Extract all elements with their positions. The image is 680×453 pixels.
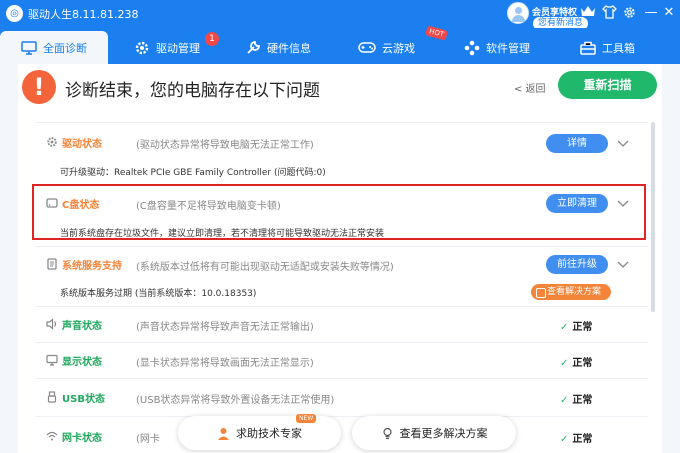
monitor-icon: [21, 40, 37, 55]
tab-label: 全面诊断: [43, 41, 87, 55]
status-ok: ✓ 正常: [560, 318, 592, 333]
display-icon: [46, 354, 58, 366]
row-desc-network: (网卡: [136, 434, 160, 445]
person-icon: [218, 427, 229, 440]
row-desc-usb: (USB状态异常将导致外置设备无法正常使用): [136, 395, 335, 406]
close-button[interactable]: ✕: [660, 3, 678, 23]
status-ok-label: 正常: [572, 395, 593, 406]
settings-gear-icon[interactable]: [622, 5, 637, 20]
clean-now-button[interactable]: 立即清理: [546, 194, 608, 213]
check-icon: ✓: [560, 322, 569, 333]
divider: [36, 378, 648, 379]
bulb-icon: [382, 427, 392, 439]
check-icon: ✓: [560, 358, 569, 369]
chevron-down-icon[interactable]: [617, 261, 629, 269]
row-desc-driver: (驱动状态异常将导致电脑无法正常工作): [136, 140, 314, 151]
row-title-network: 网卡状态: [62, 433, 102, 444]
row-title-usb: USB状态: [62, 394, 105, 405]
apps-icon: [464, 40, 480, 55]
back-link[interactable]: < 返回: [514, 80, 546, 95]
disk-icon: [46, 198, 58, 208]
gear-icon: [47, 137, 57, 147]
status-ok: ✓ 正常: [560, 391, 592, 406]
tab-hardware-info[interactable]: 硬件信息: [246, 31, 311, 64]
tab-label: 软件管理: [486, 41, 530, 55]
gamepad-icon: [358, 42, 376, 53]
tab-label: 工具箱: [602, 41, 635, 55]
chevron-down-icon[interactable]: [617, 140, 629, 148]
page-title: 诊断结束，您的电脑存在以下问题: [65, 81, 320, 101]
speaker-icon: [46, 318, 57, 330]
alert-icon: !: [22, 70, 56, 104]
wifi-icon: [46, 431, 58, 441]
divider: [36, 122, 648, 123]
driver-count-badge: 1: [205, 32, 219, 46]
divider: [36, 416, 648, 417]
user-avatar-icon[interactable]: [507, 2, 529, 24]
row-detail-system: 系统版本服务过期 (当前系统版本：10.0.18353): [60, 289, 257, 299]
tab-cloud-games[interactable]: 云游戏: [358, 31, 415, 64]
row-detail-driver: 可升级驱动：Realtek PCIe GBE Family Controller…: [60, 168, 326, 178]
row-desc-cdrive: (C盘容量不足将导致电脑变卡顿): [136, 201, 281, 212]
new-badge: NEW: [296, 414, 317, 423]
toolbox-icon: [580, 41, 596, 55]
ask-expert-label: 求助技术专家: [236, 427, 302, 440]
tab-label: 云游戏: [382, 41, 415, 55]
divider: [36, 342, 648, 343]
view-solution-button[interactable]: 查看解决方案: [531, 284, 611, 300]
check-icon: ✓: [560, 395, 569, 406]
gear-icon: [135, 41, 149, 54]
go-upgrade-button[interactable]: 前往升级: [546, 255, 608, 274]
status-ok-label: 正常: [572, 434, 593, 445]
minimize-button[interactable]: —: [642, 3, 660, 23]
status-ok-label: 正常: [572, 358, 593, 369]
document-icon: [47, 258, 57, 270]
app-logo-icon: ◎: [6, 5, 23, 22]
divider: [36, 306, 648, 307]
check-icon: ✓: [560, 434, 569, 445]
rescan-button[interactable]: 重新扫描: [558, 71, 657, 99]
row-desc-display: (显卡状态异常将导致画面无法正常显示): [136, 358, 314, 369]
row-title-driver: 驱动状态: [62, 139, 102, 150]
row-title-cdrive: C盘状态: [62, 200, 100, 211]
row-title-sound: 声音状态: [62, 321, 102, 332]
more-solutions-button[interactable]: 查看更多解决方案: [352, 416, 516, 450]
tab-diagnosis[interactable]: 全面诊断: [0, 31, 108, 64]
row-desc-system: (系统版本过低将有可能出现驱动无适配或安装失败等情况): [136, 262, 394, 273]
skin-icon[interactable]: [602, 5, 617, 19]
ask-expert-button[interactable]: 求助技术专家: [178, 416, 341, 450]
main-tab-bar: 全面诊断 驱动管理 1 硬件信息 云游戏 HOT 软件管理 工具箱: [0, 25, 680, 64]
tab-label: 硬件信息: [267, 41, 311, 55]
chevron-down-icon[interactable]: [617, 200, 629, 208]
more-solutions-label: 查看更多解决方案: [399, 427, 488, 440]
crown-icon[interactable]: [580, 4, 596, 18]
divider: [36, 246, 648, 247]
row-detail-cdrive: 当前系统盘存在垃圾文件，建议立即清理，若不清理将可能导致驱动无法正常安装: [60, 229, 385, 239]
tab-label: 驱动管理: [156, 41, 200, 55]
app-title: 驱动人生8.11.81.238: [28, 8, 139, 21]
details-button[interactable]: 详情: [546, 134, 608, 153]
tab-toolbox[interactable]: 工具箱: [580, 31, 635, 64]
tab-driver-manage[interactable]: 驱动管理: [134, 31, 200, 64]
status-ok: ✓ 正常: [560, 354, 592, 369]
title-bar: ◎ 驱动人生8.11.81.238 会员享特权 您有新消息 — ✕: [0, 0, 680, 30]
scrollbar[interactable]: [651, 122, 655, 312]
status-ok: ✓ 正常: [560, 430, 592, 445]
tab-software-manage[interactable]: 软件管理: [464, 31, 530, 64]
status-ok-label: 正常: [572, 322, 593, 333]
wrench-icon: [247, 41, 260, 54]
row-title-system: 系统服务支持: [62, 261, 122, 272]
row-desc-sound: (声音状态异常将导致声音无法正常输出): [136, 322, 314, 333]
hot-badge: HOT: [425, 25, 448, 41]
row-title-display: 显示状态: [62, 357, 102, 368]
usb-icon: [47, 391, 57, 403]
